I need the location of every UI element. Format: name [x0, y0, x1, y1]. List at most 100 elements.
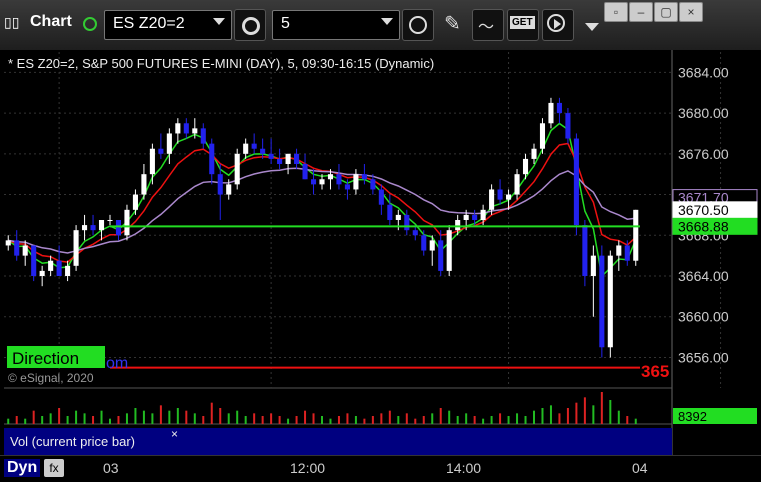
volume-bar — [58, 408, 61, 424]
candle-body — [251, 143, 257, 149]
candle-body — [565, 113, 571, 139]
candle-body — [548, 102, 554, 124]
candle-body — [463, 214, 469, 220]
volume-bar — [261, 416, 264, 424]
candle-body — [522, 158, 529, 175]
volume-bar — [566, 408, 569, 424]
volume-bar — [405, 413, 408, 424]
volume-bar — [337, 416, 340, 424]
candle-body — [633, 209, 639, 261]
volume-bar — [304, 410, 307, 424]
volume-bar — [92, 416, 95, 424]
volume-bar — [295, 416, 298, 424]
candle-body — [607, 255, 613, 348]
volume-bar — [617, 410, 620, 424]
x-axis-label: 14:00 — [446, 460, 482, 476]
volume-bar — [151, 413, 154, 424]
candle-body — [599, 255, 605, 348]
candle-body — [624, 245, 630, 261]
dynamic-mode-label[interactable]: Dyn — [4, 459, 41, 477]
candle-body — [234, 153, 240, 185]
candle-body — [5, 240, 11, 246]
x-axis-label: 04 — [632, 460, 648, 476]
volume-bar — [109, 418, 111, 424]
volume-bar — [253, 413, 256, 424]
volume-bar — [626, 416, 629, 424]
candle-body — [539, 123, 546, 149]
volume-bar — [100, 410, 103, 424]
candle-body — [82, 225, 88, 231]
price-chart[interactable]: 3684.003680.003676.003672.003668.003664.… — [0, 0, 761, 455]
candle-body — [22, 245, 28, 256]
vol-price-tag-text: 8392 — [678, 409, 707, 424]
candle-body — [141, 174, 147, 195]
candle-body — [387, 204, 393, 220]
chart-header: * ES Z20=2, S&P 500 FUTURES E-MINI (DAY)… — [8, 56, 434, 71]
volume-bar — [516, 413, 519, 424]
candle-body — [310, 179, 317, 185]
candle-body — [327, 174, 334, 180]
volume-bar — [439, 408, 442, 424]
candle-body — [209, 143, 215, 175]
volume-bar — [227, 413, 230, 424]
volume-bar — [507, 416, 510, 424]
volume-bar — [7, 418, 10, 424]
volume-bar — [431, 413, 434, 424]
volume-bar — [202, 416, 205, 424]
candle-body — [421, 235, 427, 251]
candle-body — [370, 179, 376, 190]
candle-body — [39, 270, 45, 276]
volume-bar — [219, 408, 222, 424]
volume-bar — [456, 416, 459, 424]
candle-body — [472, 214, 478, 220]
volume-bar — [363, 418, 366, 424]
candle-body — [243, 143, 249, 154]
volume-bar — [15, 416, 18, 424]
volume-bar — [134, 408, 137, 424]
candle-body — [573, 138, 579, 226]
vol-close-icon[interactable]: × — [171, 427, 178, 441]
volume-bar — [287, 418, 290, 424]
volume-bar — [312, 413, 315, 424]
volume-bar — [346, 413, 349, 424]
volume-bar — [32, 410, 35, 424]
volume-bar — [465, 413, 468, 424]
candle-body — [480, 209, 486, 220]
volume-bar — [380, 413, 383, 424]
candle-body — [556, 102, 562, 114]
candle-body — [412, 230, 418, 236]
y-tick-label: 3676.00 — [678, 146, 729, 162]
candle-body — [217, 174, 223, 195]
candle-body — [497, 189, 503, 200]
y-tick-label: 3664.00 — [678, 268, 729, 284]
candle-body — [158, 148, 164, 154]
candle-body — [132, 194, 138, 210]
candle-body — [285, 153, 291, 164]
volume-bar — [549, 405, 552, 424]
volume-bar — [117, 416, 120, 424]
volume-bar — [592, 405, 595, 424]
x-axis-label: 12:00 — [290, 460, 326, 476]
candle-body — [192, 128, 198, 134]
price-tag-label: 3670.50 — [678, 202, 729, 218]
candle-body — [277, 158, 283, 164]
candle-body — [514, 174, 520, 195]
partial-label-red: 365 — [641, 362, 669, 381]
volume-bar — [185, 410, 188, 424]
candle-body — [226, 184, 232, 195]
y-tick-label: 3656.00 — [678, 349, 729, 365]
candle-body — [31, 245, 37, 276]
volume-bar — [278, 416, 281, 424]
volume-bar — [49, 413, 52, 424]
volume-bar — [600, 392, 603, 424]
volume-bar — [397, 416, 400, 424]
function-icon[interactable]: fx — [44, 459, 64, 477]
volume-bar — [524, 416, 527, 424]
candle-body — [73, 230, 79, 266]
volume-bar — [176, 408, 179, 424]
volume-bar — [448, 410, 451, 424]
volume-bar — [609, 400, 612, 424]
candle-body — [446, 230, 452, 271]
candle-body — [506, 194, 512, 200]
candle-body — [14, 240, 20, 256]
